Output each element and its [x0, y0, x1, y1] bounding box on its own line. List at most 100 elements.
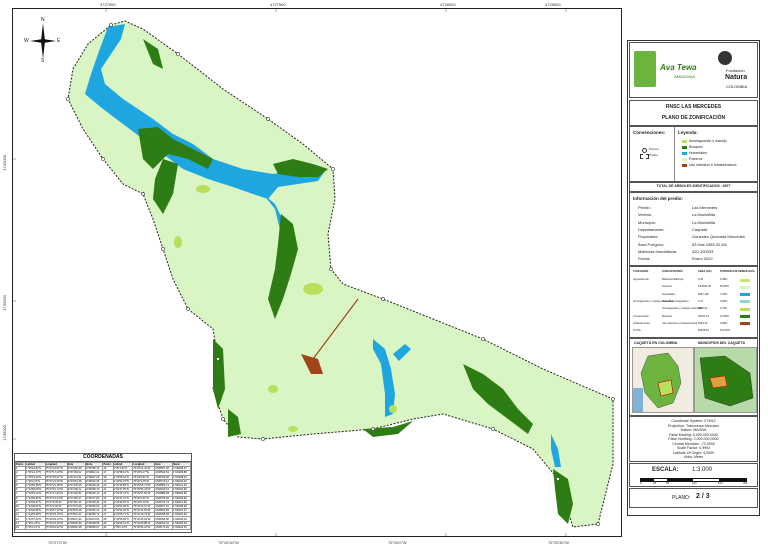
bottom-coord-4: 75°25'30"W: [548, 540, 569, 545]
south-label: S: [41, 58, 45, 64]
left-coord-3: 1739000: [2, 425, 7, 441]
info-key: Municipio:: [638, 219, 657, 225]
logo-text-1: Ava Tewa: [660, 63, 697, 72]
area-cell: 0,56%: [720, 299, 728, 303]
buffer-patch-4: [389, 405, 397, 413]
coord-cell: 1739436,54: [172, 524, 191, 531]
crs-line: False Northing: 2.000.000,0000: [668, 437, 719, 441]
north-label: N: [41, 17, 45, 23]
area-cell: Amortiguación y manejo sostenible: [662, 307, 703, 311]
area-cell: 6067,118: [698, 292, 709, 296]
top-coord-1: 4727000: [100, 2, 116, 7]
coordinates-title: COORDENADAS: [15, 454, 191, 462]
area-swatch: [740, 278, 750, 282]
scale-tick-label: 25: [653, 481, 657, 485]
north-arrow: N S E W: [24, 17, 61, 64]
buffer-patch-2: [303, 283, 323, 295]
coordinates-table: COORDENADAS Punto Latitud Longitud Este Nort…: [14, 453, 192, 533]
point-symbol-icon: [642, 148, 647, 153]
info-value: La Montañita: [692, 219, 716, 225]
info-value: 420-100333: [692, 248, 714, 254]
compass-icon: [30, 23, 56, 59]
predio-symbol-icon: [640, 154, 649, 159]
area-swatch: [740, 315, 750, 318]
scale-tick-label: 200: [743, 481, 748, 485]
ava-tewa-logo-mark: [634, 51, 656, 87]
scale-value: 1:3.000: [692, 467, 713, 473]
logo-text-2: AMAZONIA: [674, 74, 695, 79]
area-cell: 100,00%: [720, 329, 731, 333]
info-key: Predio:: [638, 205, 651, 210]
title-box: RNSC LAS MERCEDES PLANO DE ZONIFICACIÓN: [629, 100, 758, 126]
scale-box: ESCALA: 1:3.000 0 25 50 100 150 200: [629, 463, 758, 487]
caqueta-minimap: [694, 347, 757, 413]
coord-cell: 4728381,38: [66, 524, 86, 531]
area-header-cell: SIMBOLOGÍA: [738, 270, 755, 273]
crs-line: Central Meridian: -73,0000: [672, 441, 715, 446]
left-coord-2: 1739500: [2, 295, 7, 311]
scale-tick-label: 0: [640, 481, 642, 485]
info-key: Vereda:: [638, 212, 652, 218]
area-cell: Bosques: [662, 314, 673, 318]
info-key: Propietario:: [638, 234, 659, 240]
info-key: Departamento:: [638, 226, 665, 232]
crs-line: Units: Meter: [683, 455, 704, 459]
area-cell: Zona de amortiguación: [662, 299, 689, 303]
coord-cell: 4728175,46: [154, 524, 174, 531]
coord-cell: 1°35'3,12"N: [25, 524, 46, 531]
total-trees-box: TOTAL DE ARBOLES IDENTIFICADOS : 6977: [629, 182, 758, 192]
crs-line: False Easting: 5.000.000,0000: [669, 432, 718, 437]
legend-swatch: [682, 158, 687, 161]
logo-text-4: Natura: [725, 74, 748, 81]
top-coord-4: 4728500: [545, 2, 561, 7]
area-header-cell: PORCENTAJE: [720, 270, 738, 273]
convention-item-points: Puntos: [649, 147, 659, 151]
buffer-patch-6: [174, 236, 182, 248]
legend-swatch: [682, 164, 687, 167]
coord-cell: 30: [102, 524, 114, 531]
scale-tick-label: 150: [718, 481, 723, 485]
plan-label: PLANO:: [672, 495, 691, 501]
coord-cell: 1739556,07: [84, 524, 104, 531]
area-header-cell: CATEGORÍA: [633, 270, 649, 273]
area-cell: 3135,21: [698, 307, 708, 311]
crs-line: Scale Factor: 0,9992: [676, 446, 711, 450]
east-label: E: [57, 38, 61, 44]
top-coord-2: 4727500: [270, 2, 286, 7]
property-info-box: Información del predio: Predio: Las Merce…: [629, 192, 758, 266]
legend-item-label: Amortiguación y manejo: [689, 139, 727, 143]
logo-text-5: COLOMBIA: [726, 84, 748, 89]
area-cell: Conservación: [633, 314, 649, 318]
crs-line: Projection: Transverse Mercator: [668, 423, 719, 428]
minimaps-box: CAQUETÁ EN COLOMBIA MUNICIPIOS DEL CAQUE…: [629, 338, 758, 416]
crs-box: Coordinate System: CTM12 Projection: Tran…: [629, 416, 758, 462]
plan-box: PLANO: 2 / 3: [629, 488, 758, 508]
property-polygon: [67, 20, 614, 528]
convention-item-predio: Predio: [649, 153, 658, 157]
legend-item-label: Uso intensivo e Infraestructura: [689, 163, 737, 167]
minimap-label-2: MUNICIPIOS DEL CAQUETÁ: [698, 341, 745, 345]
area-swatch: [740, 285, 750, 289]
info-value: Las Mercedes: [692, 205, 718, 210]
info-value: Gonzalez Quesada Mercedes: [692, 234, 745, 240]
info-value: 83 Has 4389,32 M2: [692, 241, 727, 247]
logo-box: Ava Tewa AMAZONIA Fundación Natura COLOM…: [629, 42, 758, 98]
area-swatch: [740, 307, 750, 311]
coordinates-grid: Punto Latitud Longitud Este Norte Punto Latitu…: [14, 461, 191, 531]
legend-swatch: [682, 152, 687, 155]
area-cell: 18031,33: [698, 314, 709, 318]
info-value: Caquetá: [692, 226, 708, 232]
legend-swatch: [682, 146, 687, 149]
area-cell: 7,26%: [720, 292, 728, 296]
buffer-patch-5: [288, 426, 298, 432]
info-value: La Montañita: [692, 212, 716, 218]
area-swatch: [740, 293, 750, 297]
legend-item-label: Bosques: [689, 145, 703, 149]
buffer-patch-1: [196, 185, 210, 193]
area-cell: 5693,36: [698, 321, 708, 325]
scale-label: ESCALA:: [652, 467, 679, 473]
area-cell: Agrosistemas: [633, 278, 649, 281]
coord-cell: 15: [14, 524, 27, 531]
map-title: RNSC LAS MERCEDES: [665, 104, 722, 110]
total-trees: TOTAL DE ARBOLES IDENTIFICADOS : 6977: [656, 184, 731, 188]
